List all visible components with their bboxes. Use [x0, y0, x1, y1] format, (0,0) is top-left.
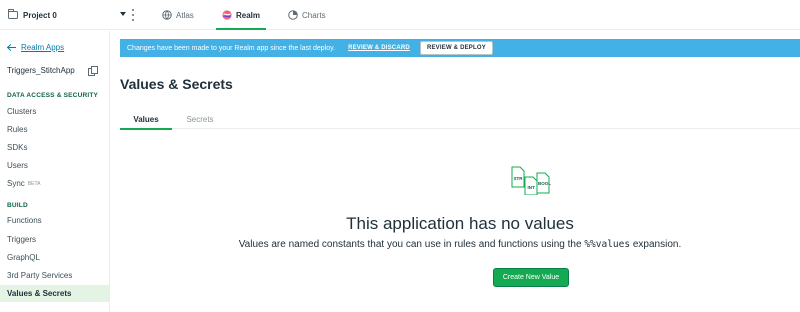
str-label: STR [514, 176, 524, 181]
empty-state-title: This application has no values [346, 214, 574, 233]
values-expansion-code: %%values [584, 239, 631, 250]
values-types-illustration-icon: STR INT BOOL [511, 166, 551, 195]
back-to-realm-apps-link[interactable]: Realm Apps [7, 43, 64, 52]
deploy-banner: Changes have been made to your Realm app… [120, 39, 800, 57]
tab-realm-label: Realm [236, 10, 261, 20]
section-heading-build: BUILD [7, 202, 28, 209]
review-deploy-button[interactable]: REVIEW & DEPLOY [419, 41, 493, 55]
sidebar-item-sdks[interactable]: SDKs [0, 139, 109, 156]
chevron-down-icon [120, 12, 126, 16]
create-new-value-button[interactable]: Create New Value [493, 268, 569, 287]
tab-atlas-label: Atlas [176, 10, 194, 20]
desc-after: expansion. [630, 239, 682, 250]
empty-state-description: Values are named constants that you can … [120, 239, 800, 250]
sidebar-item-clusters[interactable]: Clusters [0, 103, 109, 120]
sidebar: Realm Apps Triggers_StitchApp DATA ACCES… [0, 31, 110, 312]
tab-values[interactable]: Values [120, 110, 172, 130]
section-heading-data-access: DATA ACCESS & SECURITY [7, 92, 99, 99]
desc-before: Values are named constants that you can … [238, 239, 585, 250]
page-tabs: Values Secrets [120, 110, 800, 130]
charts-icon [288, 10, 298, 20]
sidebar-item-triggers[interactable]: Triggers [0, 231, 109, 248]
sidebar-item-functions[interactable]: Functions [0, 212, 109, 229]
back-link-label: Realm Apps [21, 43, 65, 52]
app-name: Triggers_StitchApp [7, 66, 75, 75]
arrow-left-icon [7, 44, 16, 52]
more-options-icon[interactable] [131, 9, 135, 21]
banner-message: Changes have been made to your Realm app… [127, 44, 336, 52]
sidebar-item-rules[interactable]: Rules [0, 121, 109, 138]
tab-charts[interactable]: Charts [288, 0, 326, 30]
tab-realm[interactable]: Realm [215, 0, 267, 30]
beta-badge: BETA [27, 180, 41, 187]
project-name: Project 0 [23, 10, 57, 20]
tab-charts-label: Charts [302, 10, 326, 20]
sidebar-item-third-party-services[interactable]: 3rd Party Services [0, 267, 109, 284]
copy-icon[interactable] [88, 66, 98, 76]
sidebar-item-graphql[interactable]: GraphQL [0, 249, 109, 266]
top-navigation: Project 0 Atlas Realm Charts [0, 0, 800, 30]
realm-icon [222, 10, 232, 20]
sidebar-item-users[interactable]: Users [0, 157, 109, 174]
tab-atlas[interactable]: Atlas [162, 0, 194, 30]
folder-icon [7, 9, 18, 19]
bool-label: BOOL [538, 181, 551, 186]
sidebar-item-sync[interactable]: Sync BETA [0, 175, 109, 192]
tab-secrets[interactable]: Secrets [175, 110, 225, 129]
sidebar-item-values-secrets[interactable]: Values & Secrets [0, 285, 109, 302]
sidebar-item-sync-label: Sync [7, 179, 25, 188]
project-selector[interactable]: Project 0 [7, 0, 136, 30]
page-title: Values & Secrets [120, 76, 233, 92]
int-label: INT [528, 185, 536, 190]
review-discard-link[interactable]: REVIEW & DISCARD [348, 45, 410, 51]
atlas-icon [162, 10, 172, 20]
